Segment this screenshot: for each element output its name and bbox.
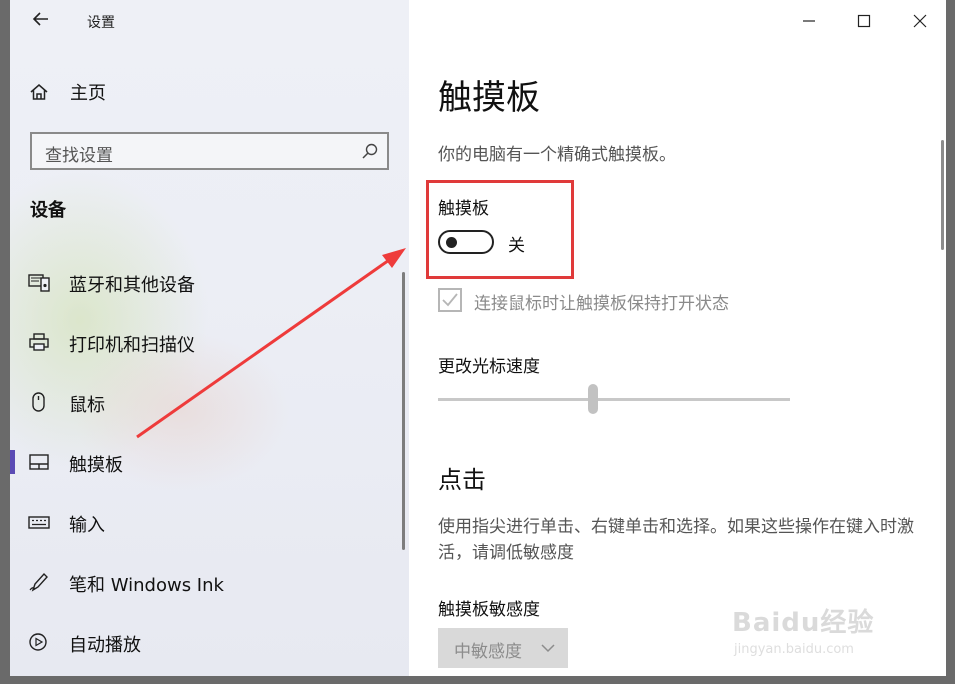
touchpad-toggle-state: 关 xyxy=(508,236,525,256)
slider-thumb[interactable] xyxy=(588,384,598,414)
sidebar-item-label: 鼠标 xyxy=(69,395,105,416)
touchpad-icon xyxy=(29,454,49,470)
watermark-url: jingyan.baidu.com xyxy=(734,642,854,657)
printer-icon xyxy=(29,333,49,351)
sidebar-item-label: 输入 xyxy=(69,515,105,536)
content-pane: 触摸板 你的电脑有一个精确式触摸板。 触摸板 关 连接鼠标时让触摸板保持打开状态… xyxy=(409,0,946,676)
cursor-speed-slider[interactable] xyxy=(438,384,790,416)
sidebar-item-mouse[interactable]: 鼠标 xyxy=(10,382,409,422)
close-button[interactable] xyxy=(903,8,937,34)
sidebar-item-touchpad[interactable]: 触摸板 xyxy=(10,442,409,482)
app-title: 设置 xyxy=(87,15,115,31)
sidebar-item-autoplay[interactable]: 自动播放 xyxy=(10,622,409,662)
pen-icon xyxy=(29,572,48,592)
bluetooth-devices-icon xyxy=(28,274,50,292)
slider-track xyxy=(438,398,790,401)
page-title: 触摸板 xyxy=(438,78,540,118)
sidebar-item-label: 蓝牙和其他设备 xyxy=(69,275,195,296)
sidebar-item-label: 自动播放 xyxy=(69,635,141,656)
toggle-knob xyxy=(446,237,457,248)
sensitivity-value: 中敏感度 xyxy=(454,642,522,662)
mouse-icon xyxy=(32,392,45,412)
search-input[interactable]: 查找设置 xyxy=(30,132,389,170)
tap-section-description: 使用指尖进行单击、右键单击和选择。如果这些操作在键入时激活，请调低敏感度 xyxy=(438,517,914,563)
sidebar-item-label: 主页 xyxy=(70,83,106,104)
settings-window: 设置 主页 查找设置 设备 蓝牙和其他设备 打印机和扫描仪 鼠标 触摸板 输入 … xyxy=(10,0,946,676)
autoplay-icon xyxy=(29,633,47,651)
back-arrow-icon xyxy=(32,12,48,26)
sidebar-scrollbar[interactable] xyxy=(402,272,405,550)
sidebar-item-home[interactable]: 主页 xyxy=(28,80,106,104)
maximize-icon xyxy=(857,14,871,28)
back-button[interactable] xyxy=(28,8,54,34)
search-icon xyxy=(362,143,378,159)
keep-touchpad-on-label: 连接鼠标时让触摸板保持打开状态 xyxy=(474,294,729,314)
watermark: Baidu经验 jingyan.baidu.com xyxy=(732,602,932,662)
sidebar-item-typing[interactable]: 输入 xyxy=(10,502,409,542)
close-icon xyxy=(913,14,927,28)
page-description: 你的电脑有一个精确式触摸板。 xyxy=(438,145,676,165)
search-placeholder: 查找设置 xyxy=(45,146,113,166)
active-indicator xyxy=(10,450,15,474)
minimize-icon xyxy=(803,20,815,22)
sidebar-item-pen[interactable]: 笔和 Windows Ink xyxy=(10,562,409,602)
chevron-down-icon xyxy=(541,644,555,653)
sensitivity-label: 触摸板敏感度 xyxy=(438,600,540,620)
tap-section-title: 点击 xyxy=(438,466,486,494)
sensitivity-dropdown[interactable]: 中敏感度 xyxy=(438,628,568,668)
touchpad-toggle-label: 触摸板 xyxy=(438,199,489,219)
sidebar-item-label: 触摸板 xyxy=(69,455,123,476)
section-title: 设备 xyxy=(30,200,66,221)
maximize-button[interactable] xyxy=(847,8,881,34)
keyboard-icon xyxy=(28,516,50,529)
sidebar: 设置 主页 查找设置 设备 蓝牙和其他设备 打印机和扫描仪 鼠标 触摸板 输入 … xyxy=(10,0,409,676)
content-scrollbar[interactable] xyxy=(941,140,944,250)
sidebar-item-printers[interactable]: 打印机和扫描仪 xyxy=(10,322,409,362)
minimize-button[interactable] xyxy=(792,8,826,34)
sidebar-item-label: 打印机和扫描仪 xyxy=(69,335,195,356)
keep-touchpad-on-checkbox[interactable] xyxy=(438,288,462,312)
checkmark-icon xyxy=(442,293,458,307)
home-icon xyxy=(30,84,48,100)
touchpad-toggle[interactable] xyxy=(438,230,494,254)
sidebar-item-label: 笔和 Windows Ink xyxy=(69,575,224,596)
cursor-speed-label: 更改光标速度 xyxy=(438,357,540,377)
sidebar-item-bluetooth[interactable]: 蓝牙和其他设备 xyxy=(10,262,409,302)
watermark-text: Baidu经验 xyxy=(732,608,875,638)
